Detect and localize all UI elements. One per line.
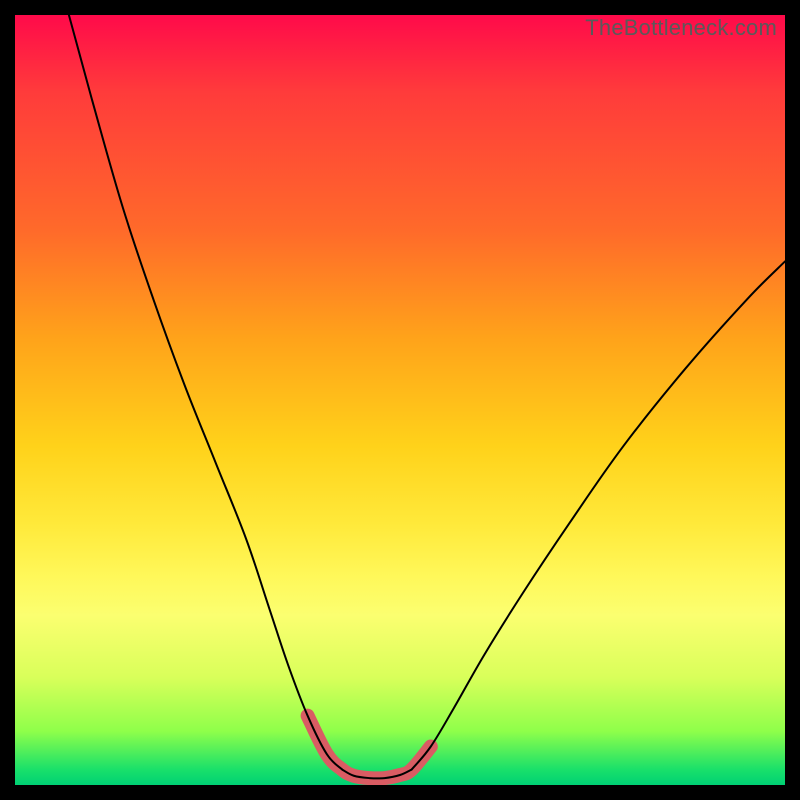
right-curve [412, 261, 785, 769]
plot-area: TheBottleneck.com [15, 15, 785, 785]
chart-svg [15, 15, 785, 785]
left-curve [69, 15, 342, 770]
chart-frame: TheBottleneck.com [0, 0, 800, 800]
